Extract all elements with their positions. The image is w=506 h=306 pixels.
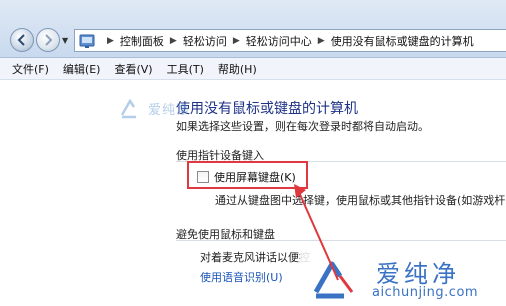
watermark-brand-top: 爱纯净 [148, 102, 191, 118]
address-bar-area: ▼ ▶ 控制面板 ▶ 轻松访问 ▶ 轻松访问中心 ▶ 使用没有鼠标或键盘的计算机 [0, 0, 506, 58]
menu-bar: 文件(F) 编辑(E) 查看(V) 工具(T) 帮助(H) [0, 58, 506, 80]
forward-arrow-icon [45, 34, 53, 46]
breadcrumb[interactable]: ▶ 控制面板 ▶ 轻松访问 ▶ 轻松访问中心 ▶ 使用没有鼠标或键盘的计算机 [74, 29, 506, 52]
watermark-top: 爱纯净 [118, 95, 190, 121]
forward-button[interactable] [36, 28, 60, 52]
annotation-arrow-icon [294, 184, 339, 281]
speech-recognition-link[interactable]: 使用语音识别(U) [200, 269, 283, 285]
menu-file[interactable]: 文件(F) [12, 61, 49, 77]
page-title: 使用没有鼠标或键盘的计算机 [176, 101, 358, 117]
watermark-url: aichunjing.com [372, 285, 479, 300]
breadcrumb-item-control-panel[interactable]: 控制面板 [120, 33, 164, 49]
menu-view[interactable]: 查看(V) [114, 61, 152, 77]
menu-help[interactable]: 帮助(H) [218, 61, 257, 77]
back-arrow-icon [17, 34, 25, 46]
watermark-logo-icon [120, 98, 136, 119]
back-button[interactable] [10, 28, 34, 52]
breadcrumb-item-ease-of-access[interactable]: 轻松访问 [183, 33, 227, 49]
breadcrumb-separator[interactable]: ▶ [318, 36, 325, 46]
breadcrumb-separator: ▶ [107, 35, 114, 46]
history-dropdown-icon[interactable]: ▼ [62, 36, 70, 45]
page-description: 如果选择这些设置，则在每次登录时都将自动启动。 [176, 120, 429, 133]
breadcrumb-item-ease-of-access-center[interactable]: 轻松访问中心 [246, 33, 312, 49]
on-screen-keyboard-description: 通过从键盘图中选择键，使用鼠标或其他指针设备(如游戏杆 [215, 194, 506, 207]
control-panel-icon [79, 34, 95, 48]
menu-tools[interactable]: 工具(T) [167, 61, 204, 77]
menu-edit[interactable]: 编辑(E) [63, 61, 101, 77]
breadcrumb-item-current-page[interactable]: 使用没有鼠标或键盘的计算机 [331, 33, 474, 49]
watermark-brand: 爱纯净 [376, 260, 460, 288]
breadcrumb-separator[interactable]: ▶ [170, 36, 177, 46]
breadcrumb-separator[interactable]: ▶ [233, 36, 240, 46]
